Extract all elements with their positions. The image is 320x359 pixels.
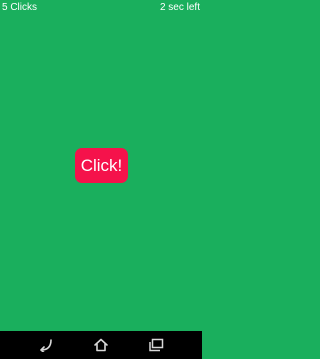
recents-icon[interactable]	[148, 338, 164, 352]
system-nav-bar	[0, 331, 202, 359]
game-screen: 5 Clicks 2 sec left Click!	[0, 0, 202, 331]
home-icon[interactable]	[93, 338, 109, 352]
time-remaining: 2 sec left	[159, 2, 200, 13]
back-icon[interactable]	[38, 338, 54, 354]
click-button[interactable]: Click!	[75, 148, 128, 183]
click-counter: 5 Clicks	[2, 2, 38, 13]
